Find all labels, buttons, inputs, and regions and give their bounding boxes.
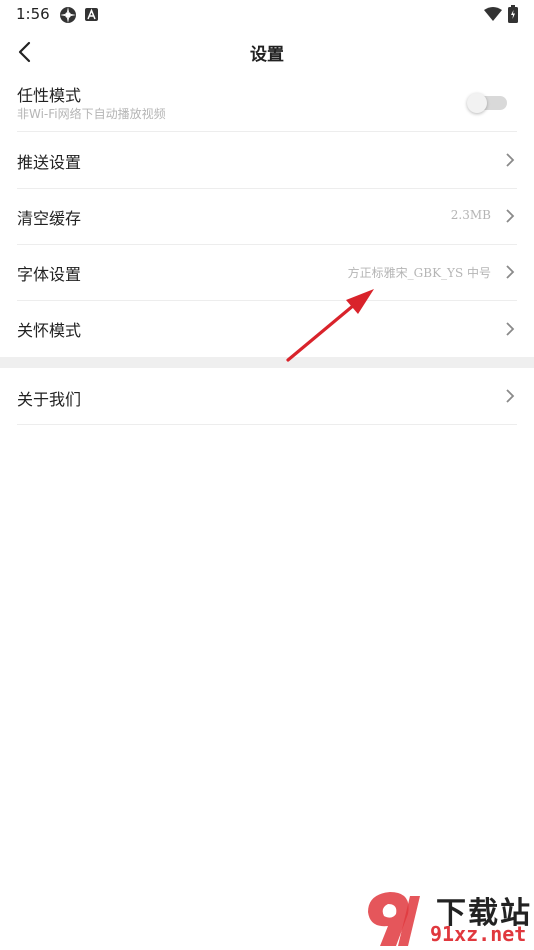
settings-app-icon	[60, 7, 76, 23]
wifi-icon	[484, 7, 502, 21]
setting-label: 任性模式	[17, 86, 82, 105]
section-divider	[0, 357, 534, 368]
app-header: 设置	[0, 30, 534, 74]
font-value: 方正标雅宋_GBK_YS 中号	[347, 266, 491, 280]
chevron-right-icon	[506, 322, 515, 336]
a-badge-icon	[85, 8, 98, 21]
page-title: 设置	[250, 45, 284, 65]
setting-row-font[interactable]: 字体设置 方正标雅宋_GBK_YS 中号	[17, 244, 517, 301]
setting-label: 关于我们	[17, 390, 82, 409]
cache-size-value: 2.3MB	[450, 208, 491, 222]
setting-row-care-mode[interactable]: 关怀模式	[17, 300, 517, 357]
site-watermark: 下载站 91xz.net	[360, 884, 534, 950]
setting-label: 推送设置	[17, 153, 82, 172]
setting-sublabel: 非Wi-Fi网络下自动播放视频	[17, 107, 166, 121]
setting-row-autoplay-mode[interactable]: 任性模式 非Wi-Fi网络下自动播放视频	[17, 74, 517, 132]
watermark-site: 91xz.net	[430, 922, 527, 946]
status-time: 1:56	[16, 5, 50, 23]
chevron-right-icon	[506, 153, 515, 167]
setting-row-clear-cache[interactable]: 清空缓存 2.3MB	[17, 188, 517, 245]
annotation-arrow-icon	[286, 289, 374, 362]
battery-icon	[508, 5, 518, 23]
setting-row-about[interactable]: 关于我们	[17, 368, 517, 425]
watermark-logo-icon	[368, 892, 420, 946]
setting-label: 字体设置	[17, 265, 82, 284]
setting-label: 清空缓存	[17, 209, 82, 228]
chevron-right-icon	[506, 209, 515, 223]
chevron-right-icon	[506, 389, 515, 403]
status-bar: 1:56	[0, 0, 534, 30]
autoplay-toggle[interactable]	[467, 93, 507, 113]
setting-row-push[interactable]: 推送设置	[17, 131, 517, 189]
setting-label: 关怀模式	[17, 321, 82, 340]
toggle-knob	[467, 93, 487, 113]
chevron-right-icon	[506, 265, 515, 279]
